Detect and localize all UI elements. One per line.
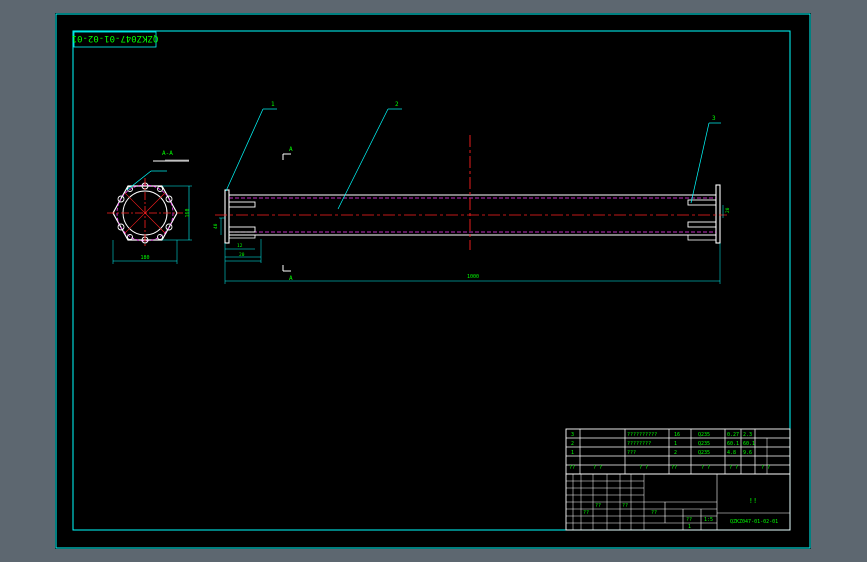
title-block-number: QZKZ047-01-02-01 <box>730 519 778 525</box>
section-title: A-A <box>162 150 173 157</box>
bom-header-code: ? ? <box>593 465 602 471</box>
section-view: A-A 180 160 <box>107 150 192 264</box>
cad-viewport[interactable]: QZKZ047-01-02-01 A-A 180 160 A A 1 2 3 1… <box>0 0 867 562</box>
drawing-svg: QZKZ047-01-02-01 A-A 180 160 A A 1 2 3 1… <box>55 13 811 549</box>
dim-right: 20 <box>725 207 731 213</box>
bom-row-3-total: 9.6 <box>743 450 752 456</box>
inner-frame <box>72 30 791 531</box>
bom-row-1-material: Q235 <box>698 432 710 438</box>
section-mark-top: A <box>289 146 293 153</box>
bom-header-total: ? ? <box>761 465 770 471</box>
dim-small-b: 20 <box>239 252 245 258</box>
dim-height-label: 160 <box>185 208 191 217</box>
bill-of-materials: 3 ?????????? 16 Q235 0.27 2.3 2 ????????… <box>565 428 791 475</box>
bom-row-1-no: 3 <box>571 432 574 438</box>
bom-row-1-weight: 0.27 <box>727 432 739 438</box>
bom-row-2-weight: 60.1 <box>727 441 739 447</box>
title-block-title: !! <box>749 497 757 505</box>
bom-row-2-total: 60.1 <box>743 441 755 447</box>
scale-label: ?? <box>686 517 692 523</box>
rev-cell-2: ?? <box>622 503 628 509</box>
bom-header-no: ?? <box>569 465 575 471</box>
bom-row-1-name: ?????????? <box>627 432 657 438</box>
bom-row-2-qty: 1 <box>674 441 677 447</box>
elevation-view: A A 1 2 3 1000 12 20 40 20 <box>213 101 731 284</box>
dim-small-a: 12 <box>237 243 243 249</box>
bom-row-3-material: Q235 <box>698 450 710 456</box>
bom-row-2-name: ???????? <box>627 441 651 447</box>
bom-header-qty: ?? <box>671 465 677 471</box>
bom-header-name: ? ? <box>639 465 648 471</box>
dim-length-label: 1000 <box>467 274 479 280</box>
balloon-3: 3 <box>712 115 716 122</box>
title-block: ?? ?? ?? ?? ?? 1:5 1 QZKZ047-01-02-01 !! <box>565 473 791 531</box>
bom-row-2-material: Q235 <box>698 441 710 447</box>
stage-label: ?? <box>651 510 657 516</box>
rev-cell-3: ?? <box>583 510 589 516</box>
bom-row-1-total: 2.3 <box>743 432 752 438</box>
bom-row-3-qty: 2 <box>674 450 677 456</box>
balloon-2: 2 <box>395 101 399 108</box>
bom-row-1-qty: 16 <box>674 432 680 438</box>
rev-cell-1: ?? <box>595 503 601 509</box>
bom-header-material: ? ? <box>701 465 710 471</box>
bom-row-3-no: 1 <box>571 450 574 456</box>
bom-row-2-no: 2 <box>571 441 574 447</box>
bom-row-3-name: ??? <box>627 450 636 456</box>
dim-width-label: 180 <box>140 255 149 261</box>
drawing-canvas[interactable]: QZKZ047-01-02-01 A-A 180 160 A A 1 2 3 1… <box>55 13 811 549</box>
bom-row-3-weight: 4.8 <box>727 450 736 456</box>
scale-value: 1:5 <box>704 517 713 523</box>
balloon-1: 1 <box>271 101 275 108</box>
sheet-value: 1 <box>688 524 691 530</box>
mirrored-drawing-number: QZKZ047-01-02-01 <box>72 33 159 43</box>
bom-header-weight: ? ? <box>729 465 738 471</box>
dim-small-c: 40 <box>213 223 219 229</box>
